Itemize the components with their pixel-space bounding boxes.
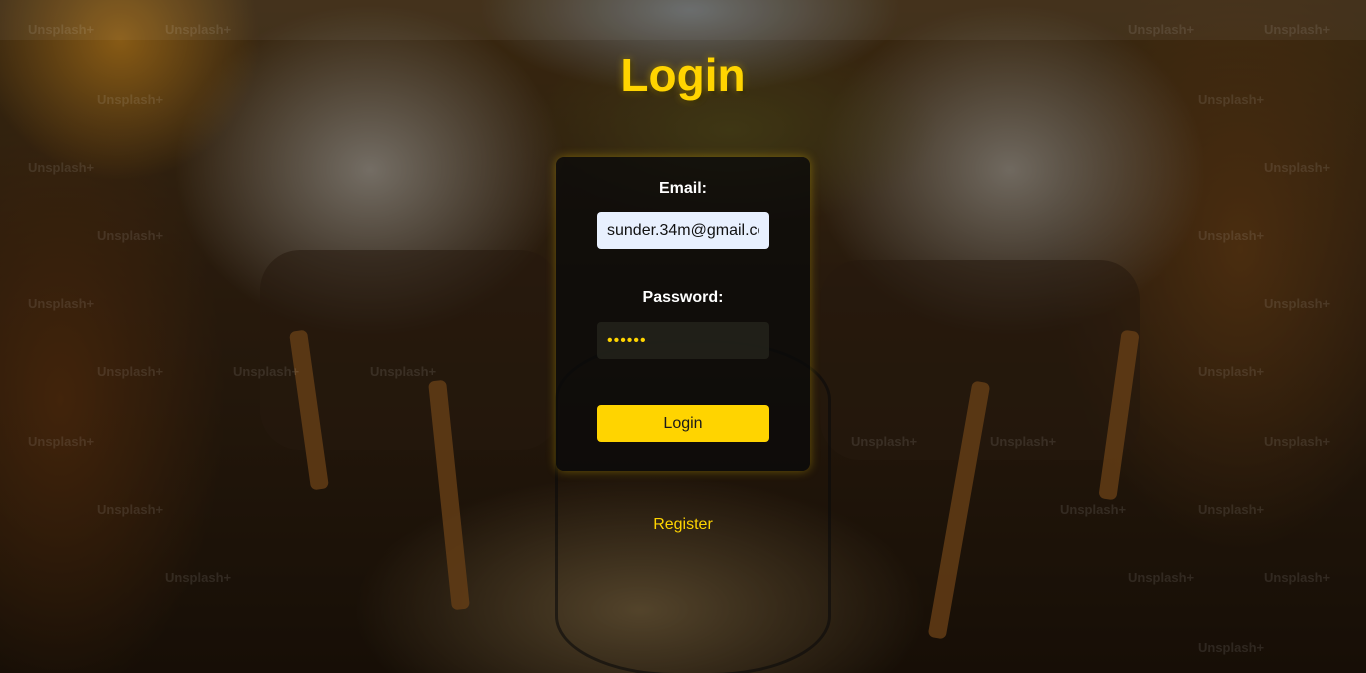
watermark-text: Unsplash+	[28, 160, 95, 175]
watermark-text: Unsplash+	[1198, 228, 1265, 243]
watermark-text: Unsplash+	[1264, 296, 1331, 311]
watermark-text: Unsplash+	[370, 364, 437, 379]
watermark-text: Unsplash+	[1264, 22, 1331, 37]
watermark-text: Unsplash+	[233, 364, 300, 379]
watermark-text: Unsplash+	[28, 296, 95, 311]
watermark-text: Unsplash+	[97, 364, 164, 379]
password-label: Password:	[642, 289, 724, 306]
watermark-text: Unsplash+	[1128, 570, 1195, 585]
watermark-text: Unsplash+	[1264, 434, 1331, 449]
watermark-text: Unsplash+	[97, 502, 164, 517]
watermark-text: Unsplash+	[165, 570, 232, 585]
watermark-text: Unsplash+	[1264, 570, 1331, 585]
watermark-text: Unsplash+	[28, 22, 95, 37]
watermark-text: Unsplash+	[1060, 502, 1127, 517]
watermark-text: Unsplash+	[97, 228, 164, 243]
login-page: Unsplash+ Unsplash+ Unsplash+ Unsplash+ …	[0, 0, 1366, 673]
watermark-text: Unsplash+	[1264, 160, 1331, 175]
watermark-text: Unsplash+	[165, 22, 232, 37]
watermark-text: Unsplash+	[1198, 502, 1265, 517]
register-link[interactable]: Register	[0, 516, 1366, 534]
password-field[interactable]	[597, 322, 769, 359]
watermark-text: Unsplash+	[990, 434, 1057, 449]
watermark-text: Unsplash+	[1198, 364, 1265, 379]
watermark-text: Unsplash+	[1128, 22, 1195, 37]
watermark-text: Unsplash+	[28, 434, 95, 449]
login-form: Email: Password: Login	[556, 157, 810, 471]
watermark-text: Unsplash+	[851, 434, 918, 449]
email-field[interactable]	[597, 212, 769, 249]
email-label: Email:	[658, 180, 707, 197]
watermark-text: Unsplash+	[1198, 640, 1265, 655]
page-title: Login	[620, 49, 746, 101]
login-button[interactable]: Login	[597, 405, 769, 442]
